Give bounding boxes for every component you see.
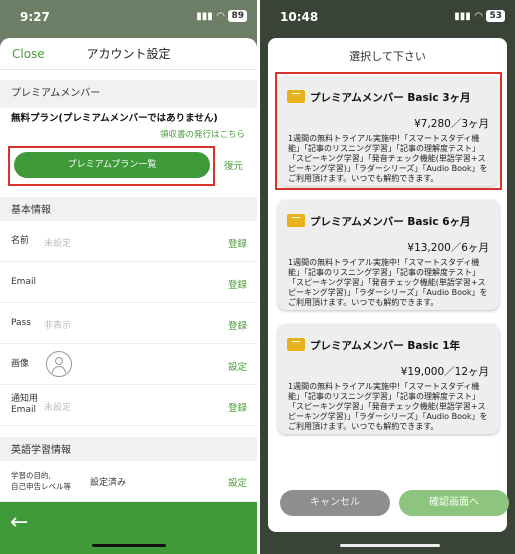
left-screen: 9:27 ▮▮▮ ◠ 89 Close アカウント設定 プレミアムメンバー 無料… bbox=[0, 0, 257, 554]
back-arrow-icon[interactable]: ← bbox=[10, 510, 28, 535]
plan-card-3-months[interactable]: プレミアムメンバー Basic 3ヶ月 ¥7,280／3ヶ月 1週間の無料トライ… bbox=[278, 76, 499, 186]
diamond-icon bbox=[287, 338, 305, 351]
register-button[interactable]: 登録 bbox=[228, 277, 247, 291]
diamond-icon bbox=[287, 214, 305, 227]
plan-card-6-months[interactable]: プレミアムメンバー Basic 6ヶ月 ¥13,200／6ヶ月 1週間の無料トラ… bbox=[278, 200, 499, 310]
page-title: アカウント設定 bbox=[86, 47, 171, 61]
nav-bar: Close アカウント設定 bbox=[0, 38, 257, 70]
row-password[interactable]: Pass 非表示 登録 bbox=[0, 303, 257, 344]
home-indicator bbox=[92, 544, 166, 547]
register-button[interactable]: 登録 bbox=[228, 318, 247, 332]
register-button[interactable]: 登録 bbox=[228, 400, 247, 414]
row-notify-email[interactable]: 通知用 Email 未設定 登録 bbox=[0, 385, 257, 426]
signal-icon: ▮▮▮ bbox=[454, 10, 471, 22]
register-button[interactable]: 登録 bbox=[228, 236, 247, 250]
battery-icon: 89 bbox=[228, 10, 247, 22]
dialog-title: 選択して下さい bbox=[349, 50, 426, 63]
cancel-button[interactable]: キャンセル bbox=[280, 490, 390, 516]
section-premium: プレミアムメンバー bbox=[0, 80, 257, 108]
set-button[interactable]: 設定 bbox=[228, 475, 247, 489]
wifi-icon: ◠ bbox=[474, 10, 483, 22]
battery-icon: 53 bbox=[486, 10, 505, 22]
status-time: 10:48 bbox=[280, 10, 319, 24]
status-time: 9:27 bbox=[20, 10, 50, 24]
right-screen: 10:48 ▮▮▮ ◠ 53 選択して下さい プレミアムメンバー Basic 3… bbox=[260, 0, 515, 554]
receipt-link[interactable]: 領収書の発行はこちら bbox=[160, 128, 245, 140]
premium-plan-list-button[interactable]: プレミアムプラン一覧 bbox=[14, 152, 210, 178]
row-learning-goal[interactable]: 学習の目的, 自己申告レベル等 設定済み 設定 bbox=[0, 461, 257, 502]
avatar-icon[interactable] bbox=[46, 351, 72, 377]
plan-status-text: 無料プラン(プレミアムメンバーではありません) bbox=[11, 113, 218, 124]
restore-button[interactable]: 復元 bbox=[224, 158, 243, 172]
signal-icon: ▮▮▮ bbox=[196, 10, 213, 22]
confirm-button[interactable]: 確認画面へ bbox=[399, 490, 509, 516]
plan-card-1-year[interactable]: プレミアムメンバー Basic 1年 ¥19,000／12ヶ月 1週間の無料トラ… bbox=[278, 324, 499, 434]
wifi-icon: ◠ bbox=[216, 10, 225, 22]
home-indicator bbox=[340, 544, 440, 547]
plan-select-dialog: 選択して下さい プレミアムメンバー Basic 3ヶ月 ¥7,280／3ヶ月 1… bbox=[268, 38, 509, 532]
row-image[interactable]: 画像 設定 bbox=[0, 344, 257, 385]
status-bar: 10:48 ▮▮▮ ◠ 53 bbox=[260, 0, 515, 36]
set-button[interactable]: 設定 bbox=[228, 359, 247, 373]
row-email[interactable]: Email 登録 bbox=[0, 262, 257, 303]
diamond-icon bbox=[287, 90, 305, 103]
status-bar: 9:27 ▮▮▮ ◠ 89 bbox=[0, 0, 257, 36]
row-name[interactable]: 名前 未設定 登録 bbox=[0, 221, 257, 262]
